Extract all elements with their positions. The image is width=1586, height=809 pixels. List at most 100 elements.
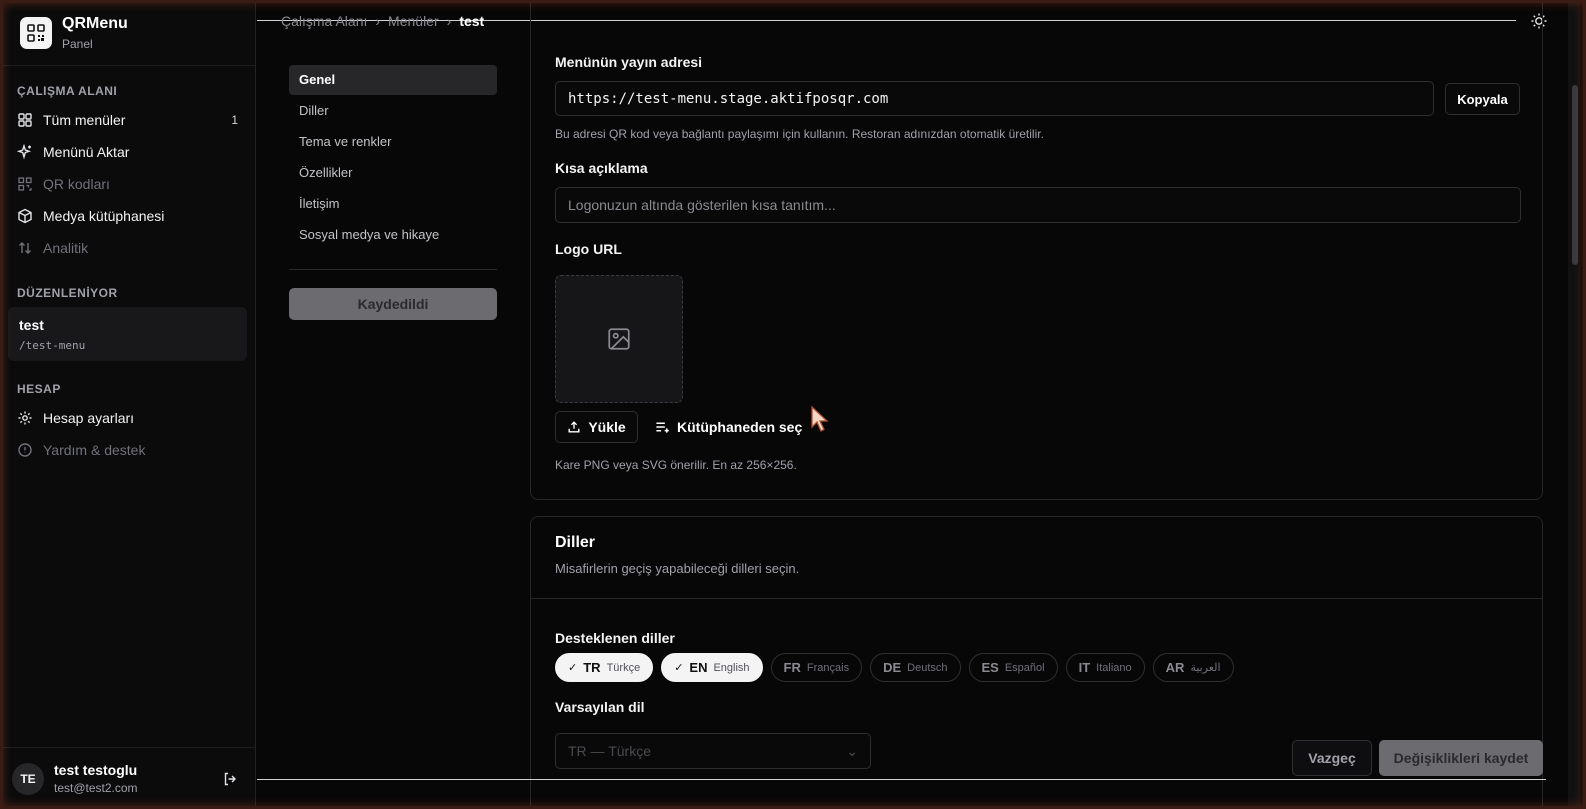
chevron-down-icon: ⌄	[846, 742, 858, 759]
sidebar-item-qr-codes[interactable]: QR kodları	[0, 168, 255, 200]
default-lang-label: Varsayılan dil	[555, 699, 645, 715]
settings-nav-theme[interactable]: Tema ve renkler	[289, 127, 497, 157]
sidebar-item-label: Yardım & destek	[43, 442, 146, 458]
sidebar-item-analytics[interactable]: Analitik	[0, 232, 255, 264]
lang-name: English	[713, 661, 750, 674]
logo-dropzone[interactable]	[555, 275, 683, 403]
sidebar-item-label: Medya kütüphanesi	[43, 208, 165, 224]
lang-code: EN	[689, 660, 708, 675]
breadcrumb-workspace[interactable]: Çalışma Alanı	[281, 13, 367, 29]
saved-button[interactable]: Kaydedildi	[289, 288, 497, 320]
settings-nav-general[interactable]: Genel	[289, 65, 497, 95]
lang-code: AR	[1165, 660, 1185, 675]
languages-title: Diller	[555, 534, 596, 551]
logo-hint: Kare PNG veya SVG önerilir. En az 256×25…	[555, 458, 797, 472]
lang-name: Français	[806, 661, 850, 674]
lang-code: TR	[583, 660, 601, 675]
user-profile: TE test testoglu test@test2.com	[0, 747, 256, 809]
lang-chip-it[interactable]: IT Italiano	[1065, 653, 1145, 682]
lang-name: Türkçe	[606, 661, 641, 674]
url-label: Menünün yayın adresi	[555, 54, 703, 70]
qr-logo-icon	[20, 16, 52, 49]
short-desc-input[interactable]: Logonuzun altında gösterilen kısa tanıtı…	[555, 187, 1521, 223]
logout-icon[interactable]	[222, 771, 238, 787]
image-icon	[608, 328, 630, 350]
section-label-editing: DÜZENLENİYOR	[17, 286, 118, 300]
publish-url-field[interactable]: https://test-menu.stage.aktifposqr.com	[555, 81, 1434, 116]
lang-chip-es[interactable]: ES Español	[968, 653, 1058, 682]
supported-langs-label: Desteklenen diller	[555, 630, 675, 646]
mouse-cursor-icon	[811, 405, 829, 432]
language-chips: ✓ TR Türkçe ✓ EN English FR Français DE Deutsc…	[555, 653, 1234, 682]
upload-icon	[568, 421, 580, 433]
sidebar-item-label: QR kodları	[43, 176, 110, 192]
languages-divider	[531, 598, 1542, 599]
user-name: test testoglu	[54, 762, 138, 778]
sidebar-item-all-menus[interactable]: Tüm menüler 1	[0, 104, 255, 136]
scrollbar-thumb[interactable]	[1572, 85, 1578, 265]
sidebar-item-label: Analitik	[43, 240, 89, 256]
editing-menu-slug: /test-menu	[19, 339, 86, 352]
check-icon: ✓	[674, 662, 684, 674]
library-label: Kütüphaneden seç	[677, 419, 803, 435]
sidebar-item-import-menu[interactable]: Menünü Aktar	[0, 136, 255, 168]
default-lang-value: TR — Türkçe	[568, 743, 651, 759]
copy-button[interactable]: Kopyala	[1445, 83, 1520, 115]
check-icon: ✓	[568, 662, 578, 674]
brand[interactable]: QRMenu Panel	[0, 0, 255, 66]
upload-button[interactable]: Yükle	[555, 411, 638, 443]
languages-subtitle: Misafirlerin geçiş yapabileceği dilleri …	[555, 561, 800, 576]
section-label-account: HESAP	[17, 382, 61, 396]
grid-icon	[17, 112, 33, 128]
breadcrumb-separator: ›	[375, 13, 381, 29]
sparkle-icon	[17, 144, 33, 160]
lang-chip-tr[interactable]: ✓ TR Türkçe	[555, 653, 654, 682]
settings-nav-contact[interactable]: İletişim	[289, 189, 497, 219]
library-button[interactable]: Kütüphaneden seç	[655, 411, 802, 443]
lang-name: Español	[1004, 661, 1045, 674]
lang-name: Deutsch	[907, 661, 948, 674]
general-card: Menünün yayın adresi https://test-menu.s…	[530, 0, 1543, 500]
logo-label: Logo URL	[555, 241, 622, 257]
sidebar-item-help[interactable]: Yardım & destek	[0, 434, 255, 466]
avatar: TE	[12, 762, 44, 795]
user-email: test@test2.com	[54, 781, 138, 795]
short-desc-label: Kısa açıklama	[555, 160, 648, 176]
box-icon	[17, 208, 33, 224]
lang-chip-fr[interactable]: FR Français	[770, 653, 863, 682]
lang-chip-de[interactable]: DE Deutsch	[870, 653, 961, 682]
menu-count-badge: 1	[231, 113, 238, 127]
sort-icon	[17, 240, 33, 256]
brand-name: QRMenu	[62, 14, 128, 32]
help-icon	[17, 442, 33, 458]
breadcrumb-separator: ›	[446, 13, 452, 29]
editing-menu-name: test	[19, 317, 44, 333]
settings-nav-languages[interactable]: Diller	[289, 96, 497, 126]
lang-chip-en[interactable]: ✓ EN English	[661, 653, 763, 682]
save-changes-button[interactable]: Değişiklikleri kaydet	[1379, 740, 1543, 776]
action-bar-divider	[257, 779, 1546, 780]
breadcrumb: Çalışma Alanı › Menüler › test	[281, 13, 484, 29]
section-label-workspace: ÇALIŞMA ALANI	[17, 84, 118, 98]
settings-nav: Genel Diller Tema ve renkler Özellikler …	[289, 65, 497, 320]
sidebar-item-media-library[interactable]: Medya kütüphanesi	[0, 200, 255, 232]
sidebar: QRMenu Panel ÇALIŞMA ALANI Tüm menüler 1…	[0, 0, 256, 809]
default-lang-select[interactable]: TR — Türkçe ⌄	[555, 733, 871, 769]
breadcrumb-menus[interactable]: Menüler	[388, 13, 439, 29]
list-plus-icon	[656, 422, 669, 433]
settings-nav-divider	[289, 269, 497, 270]
editing-menu-card[interactable]: test /test-menu	[8, 307, 247, 361]
breadcrumb-current: test	[459, 13, 485, 29]
url-hint: Bu adresi QR kod veya bağlantı paylaşımı…	[555, 127, 1044, 141]
lang-code: ES	[981, 660, 999, 675]
sidebar-item-account-settings[interactable]: Hesap ayarları	[0, 402, 255, 434]
sidebar-item-label: Menünü Aktar	[43, 144, 130, 160]
lang-code: FR	[783, 660, 801, 675]
qr-icon	[17, 176, 33, 192]
cancel-button[interactable]: Vazgeç	[1292, 740, 1372, 776]
settings-nav-social[interactable]: Sosyal medya ve hikaye	[289, 220, 497, 250]
lang-chip-ar[interactable]: AR العربية	[1152, 653, 1234, 682]
lang-code: DE	[883, 660, 902, 675]
lang-code: IT	[1078, 660, 1091, 675]
settings-nav-features[interactable]: Özellikler	[289, 158, 497, 188]
